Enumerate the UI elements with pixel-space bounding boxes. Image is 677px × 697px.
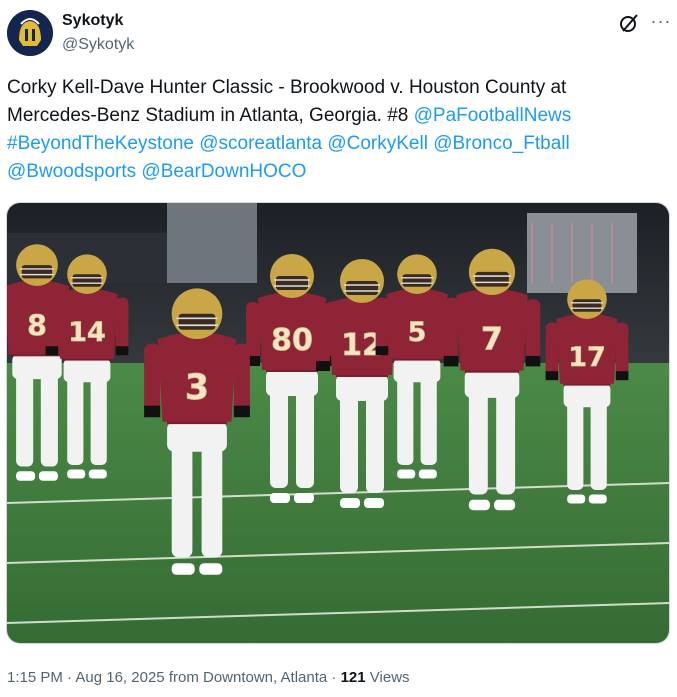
- author-avatar[interactable]: [7, 10, 53, 56]
- meta-separator: ·: [67, 669, 73, 686]
- tweet-date[interactable]: Aug 16, 2025: [75, 669, 164, 686]
- jersey-number: 8: [27, 309, 47, 342]
- jersey-number: 14: [68, 317, 106, 348]
- views-label: Views: [369, 669, 410, 686]
- hashtag-beyondthekeystone[interactable]: #BeyondTheKeystone: [7, 133, 194, 154]
- tweet-meta: 1:15 PM · Aug 16, 2025 from Downtown, At…: [7, 668, 410, 688]
- mention-scoreatlanta[interactable]: @scoreatlanta: [199, 133, 322, 154]
- tweet-location: from Downtown, Atlanta: [168, 669, 328, 686]
- spartan-helmet-avatar-icon: [7, 10, 53, 56]
- jersey-number: 80: [271, 323, 313, 358]
- grok-icon[interactable]: [618, 12, 640, 34]
- jersey-number: 7: [481, 322, 503, 358]
- jersey-number: 3: [185, 368, 209, 408]
- more-options-icon[interactable]: ···: [649, 10, 673, 32]
- football-team-photo: 8 14 80 12 51773: [7, 203, 669, 643]
- author-name[interactable]: Sykotyk: [62, 11, 123, 31]
- author-handle[interactable]: @Sykotyk: [62, 35, 134, 55]
- meta-separator-2: ·: [331, 669, 337, 686]
- tweet-text: Corky Kell-Dave Hunter Classic - Brookwo…: [7, 74, 647, 186]
- mention-corkykell[interactable]: @CorkyKell: [327, 133, 428, 154]
- views-count: 121: [340, 669, 366, 686]
- mention-bwoodsports[interactable]: @Bwoodsports: [7, 161, 136, 182]
- tweet-photo[interactable]: 8 14 80 12 5 17 7 3: [6, 202, 670, 644]
- mention-bronco-ftball[interactable]: @Bronco_Ftball: [433, 133, 570, 154]
- jersey-number: 5: [408, 317, 427, 348]
- jersey-number: 17: [568, 342, 606, 373]
- tweet-time[interactable]: 1:15 PM: [7, 669, 63, 686]
- mention-beardownhoco[interactable]: @BearDownHOCO: [141, 161, 306, 182]
- mention-pafootballnews[interactable]: @PaFootballNews: [414, 105, 572, 126]
- tweet-card: Sykotyk @Sykotyk ··· Corky Kell-Dave Hun…: [0, 0, 677, 697]
